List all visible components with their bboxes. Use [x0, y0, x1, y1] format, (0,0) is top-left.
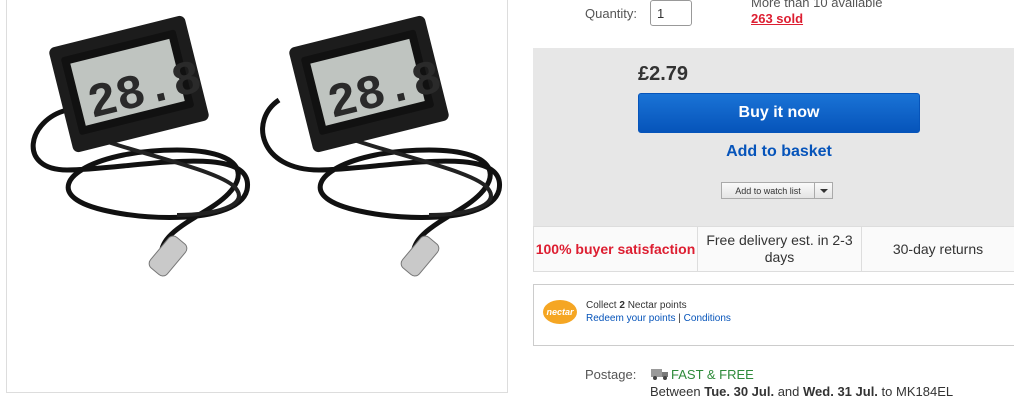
product-image: 28.8 28.8 [30, 15, 502, 277]
thermometer-left-icon: 28.8 [30, 15, 250, 277]
sold-count-link[interactable]: 263 sold [751, 11, 803, 26]
thermometer-right-icon: 28.8 [260, 15, 502, 277]
buyer-satisfaction: 100% buyer satisfaction [534, 227, 698, 271]
delivery-truck-icon [651, 369, 668, 380]
add-to-basket-link[interactable]: Add to basket [638, 143, 920, 161]
quantity-label: Quantity: [585, 6, 638, 21]
nectar-links: Redeem your points | Conditions [586, 313, 731, 324]
buy-box [533, 48, 1014, 226]
free-delivery-estimate: Free delivery est. in 2-3 days [698, 227, 862, 271]
buy-it-now-button[interactable]: Buy it now [638, 93, 920, 133]
add-to-watch-list-button[interactable]: Add to watch list [721, 182, 815, 199]
price: £2.79 [638, 63, 689, 85]
fast-free-badge: FAST & FREE [671, 367, 754, 382]
nectar-collect-text: Collect 2 Nectar points [586, 300, 687, 311]
availability-text: More than 10 available [751, 0, 883, 10]
chevron-down-icon [819, 188, 828, 193]
nectar-logo-icon: nectar [543, 300, 577, 324]
delivery-window: Between Tue. 30 Jul. and Wed. 31 Jul. to… [650, 384, 954, 399]
conditions-link[interactable]: Conditions [684, 313, 731, 324]
watch-list-dropdown-button[interactable] [815, 182, 833, 199]
product-image-panel[interactable]: 28.8 28.8 [6, 0, 508, 393]
trust-signals-row: 100% buyer satisfaction Free delivery es… [533, 226, 1014, 272]
redeem-points-link[interactable]: Redeem your points [586, 313, 676, 324]
returns-policy: 30-day returns [892, 240, 984, 257]
quantity-input[interactable] [650, 0, 692, 26]
postage-label: Postage: [585, 367, 637, 382]
